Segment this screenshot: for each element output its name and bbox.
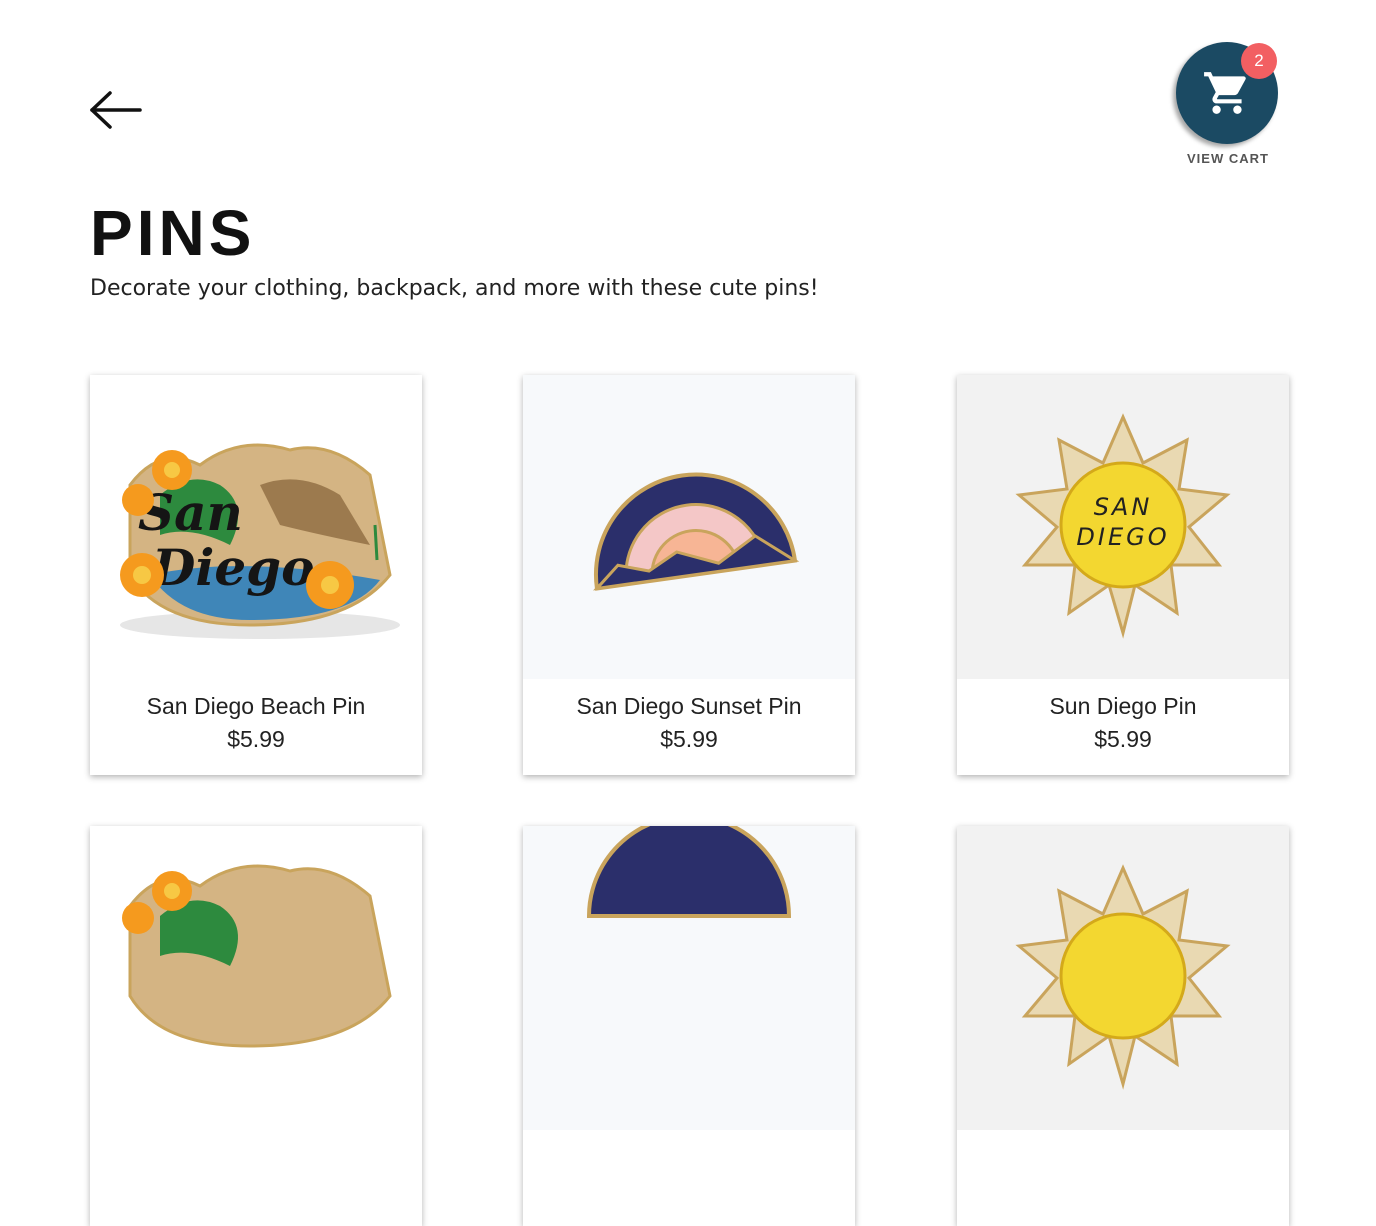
product-image[interactable]: SAN DIEGO [957,375,1289,679]
cart-count-badge: 2 [1241,43,1277,79]
product-card[interactable]: SAN DIEGO Sun Diego Pin $5.99 [957,375,1289,775]
svg-text:San: San [138,483,243,542]
product-name[interactable]: San Diego Sunset Pin [523,693,855,720]
san-diego-sunset-pin-image [593,472,800,591]
page-subtitle: Decorate your clothing, backpack, and mo… [90,276,819,301]
svg-text:Diego: Diego [150,538,314,597]
svg-text:SAN: SAN [1094,493,1153,521]
product-card[interactable] [957,826,1289,1226]
product-card[interactable] [90,826,422,1226]
san-diego-beach-pin-image: San Diego [120,443,400,639]
page-title: PINS [90,197,256,269]
product-image[interactable] [957,826,1289,1130]
product-price: $5.99 [660,726,718,752]
sun-diego-pin-image [1015,864,1231,1090]
svg-text:DIEGO: DIEGO [1076,523,1169,551]
product-card[interactable]: San Diego Sunset Pin $5.99 [523,375,855,775]
product-name[interactable]: Sun Diego Pin [957,693,1289,720]
view-cart-button[interactable]: 2 VIEW CART [1170,40,1286,170]
sun-diego-pin-image: SAN DIEGO [1015,413,1231,639]
san-diego-beach-pin-image [122,864,392,1048]
product-card[interactable] [523,826,855,1226]
product-image[interactable] [90,826,422,1130]
product-price: $5.99 [1094,726,1152,752]
view-cart-label: VIEW CART [1187,151,1269,166]
product-image[interactable] [523,826,855,1130]
shopping-cart-icon [1204,72,1246,114]
san-diego-sunset-pin-image [586,826,792,918]
product-price: $5.99 [227,726,285,752]
arrow-left-icon [90,91,142,129]
product-image[interactable]: San Diego [90,375,422,679]
product-name[interactable]: San Diego Beach Pin [90,693,422,720]
product-card[interactable]: San Diego San Diego Beach Pin $5.99 [90,375,422,775]
back-button[interactable] [88,88,144,132]
product-image[interactable] [523,375,855,679]
